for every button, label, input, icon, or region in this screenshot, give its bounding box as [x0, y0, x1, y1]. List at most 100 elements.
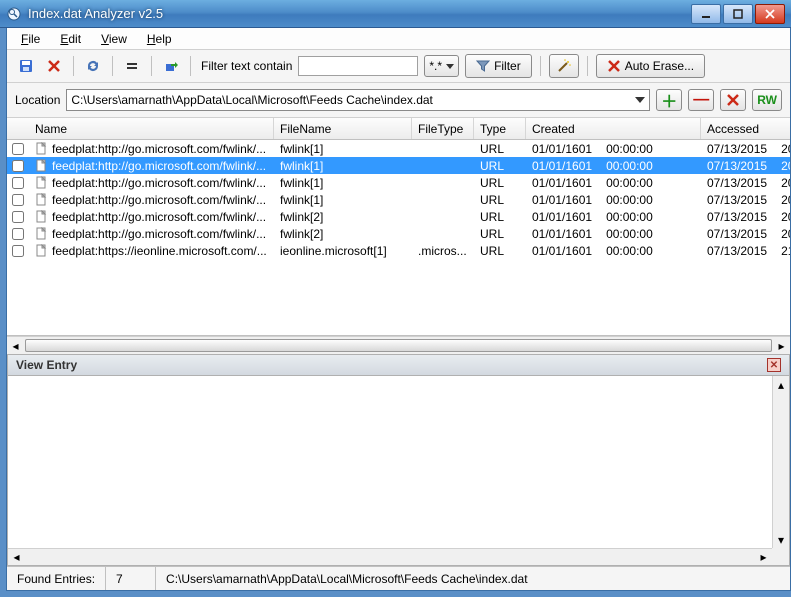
cell-type: URL [474, 142, 526, 156]
cell-filename: fwlink[1] [274, 142, 412, 156]
minimize-button[interactable] [691, 4, 721, 24]
row-checkbox[interactable] [12, 177, 24, 189]
menu-view[interactable]: View [93, 30, 135, 48]
table-row[interactable]: feedplat:http://go.microsoft.com/fwlink/… [7, 191, 790, 208]
cell-name: feedplat:http://go.microsoft.com/fwlink/… [29, 193, 274, 207]
menu-file[interactable]: File [13, 30, 48, 48]
column-created[interactable]: Created [526, 118, 701, 139]
auto-erase-button[interactable]: Auto Erase... [596, 54, 705, 78]
remove-button[interactable]: — [688, 89, 714, 111]
separator [112, 56, 113, 76]
export-icon[interactable] [160, 55, 182, 77]
cell-type: URL [474, 227, 526, 241]
menu-edit[interactable]: Edit [52, 30, 89, 48]
table-row[interactable]: feedplat:http://go.microsoft.com/fwlink/… [7, 225, 790, 242]
scroll-up-icon[interactable]: ▴ [773, 376, 789, 393]
titlebar: Index.dat Analyzer v2.5 [0, 0, 791, 28]
scroll-corner [772, 548, 789, 565]
cell-type: URL [474, 176, 526, 190]
separator [73, 56, 74, 76]
cell-name: feedplat:http://go.microsoft.com/fwlink/… [29, 176, 274, 190]
app-icon [6, 6, 22, 22]
column-accessed[interactable]: Accessed [701, 118, 790, 139]
cell-name: feedplat:https://ieonline.microsoft.com/… [29, 244, 274, 258]
view-entry-title: View Entry [16, 358, 77, 372]
filter-button-label: Filter [494, 59, 521, 73]
table-row[interactable]: feedplat:http://go.microsoft.com/fwlink/… [7, 174, 790, 191]
filetype-label: *.* [429, 59, 442, 73]
separator [540, 56, 541, 76]
cell-filename: fwlink[2] [274, 227, 412, 241]
cell-filetype: .micros... [412, 244, 474, 258]
cell-created: 01/01/160100:00:00 [526, 244, 701, 258]
separator [190, 56, 191, 76]
status-path: C:\Users\amarnath\AppData\Local\Microsof… [156, 567, 790, 590]
column-type[interactable]: Type [474, 118, 526, 139]
column-checkbox[interactable] [7, 118, 29, 139]
cell-created: 01/01/160100:00:00 [526, 210, 701, 224]
cell-filename: fwlink[1] [274, 193, 412, 207]
horizontal-scrollbar[interactable]: ◂ ▸ [7, 336, 790, 354]
row-checkbox[interactable] [12, 194, 24, 206]
filetype-dropdown[interactable]: *.* [424, 55, 459, 77]
table-row[interactable]: feedplat:http://go.microsoft.com/fwlink/… [7, 208, 790, 225]
view-entry-close-icon[interactable]: ✕ [767, 358, 781, 372]
scroll-right-icon[interactable]: ▸ [773, 337, 790, 354]
vertical-scrollbar[interactable]: ▴ ▾ [772, 376, 789, 548]
row-checkbox[interactable] [12, 160, 24, 172]
menu-help[interactable]: Help [139, 30, 180, 48]
close-button[interactable] [755, 4, 785, 24]
column-name[interactable]: Name [29, 118, 274, 139]
filter-input[interactable] [298, 56, 418, 76]
column-filename[interactable]: FileName [274, 118, 412, 139]
scroll-down-icon[interactable]: ▾ [773, 531, 789, 548]
row-checkbox[interactable] [12, 211, 24, 223]
cell-accessed: 07/13/201520:18:42 [701, 227, 790, 241]
menubar: File Edit View Help [7, 28, 790, 50]
scroll-left-icon[interactable]: ◂ [8, 549, 25, 565]
location-dropdown[interactable]: C:\Users\amarnath\AppData\Local\Microsof… [66, 89, 650, 111]
cell-accessed: 07/13/201520:18:37 [701, 176, 790, 190]
delete-icon[interactable] [43, 55, 65, 77]
row-checkbox[interactable] [12, 143, 24, 155]
refresh-icon[interactable] [82, 55, 104, 77]
magic-button[interactable] [549, 54, 579, 78]
status-bar: Found Entries: 7 C:\Users\amarnath\AppDa… [7, 566, 790, 590]
table-row[interactable]: feedplat:http://go.microsoft.com/fwlink/… [7, 140, 790, 157]
list-view: Name FileName FileType Type Created Acce… [7, 118, 790, 354]
cell-name: feedplat:http://go.microsoft.com/fwlink/… [29, 210, 274, 224]
scroll-thumb[interactable] [25, 339, 772, 352]
horizontal-scrollbar[interactable]: ◂ ▸ [8, 548, 772, 565]
chevron-down-icon [446, 64, 454, 69]
cell-type: URL [474, 244, 526, 258]
cell-name: feedplat:http://go.microsoft.com/fwlink/… [29, 159, 274, 173]
cell-accessed: 07/13/201520:18:37 [701, 142, 790, 156]
cell-accessed: 07/13/201521:06:34 [701, 244, 790, 258]
equals-icon[interactable] [121, 55, 143, 77]
scroll-right-icon[interactable]: ▸ [755, 549, 772, 565]
batch-delete-button[interactable] [720, 89, 746, 111]
add-button[interactable]: ＋ [656, 89, 682, 111]
list-body[interactable]: feedplat:http://go.microsoft.com/fwlink/… [7, 140, 790, 336]
auto-erase-label: Auto Erase... [625, 59, 694, 73]
table-row[interactable]: feedplat:https://ieonline.microsoft.com/… [7, 242, 790, 259]
x-icon [607, 59, 621, 73]
filter-button[interactable]: Filter [465, 54, 532, 78]
separator [587, 56, 588, 76]
cell-filename: fwlink[1] [274, 159, 412, 173]
filter-label: Filter text contain [201, 59, 292, 73]
cell-created: 01/01/160100:00:00 [526, 159, 701, 173]
save-icon[interactable] [15, 55, 37, 77]
cell-accessed: 07/13/201520:18:42 [701, 210, 790, 224]
row-checkbox[interactable] [12, 228, 24, 240]
scroll-left-icon[interactable]: ◂ [7, 337, 24, 354]
location-bar: Location C:\Users\amarnath\AppData\Local… [7, 83, 790, 118]
table-row[interactable]: feedplat:http://go.microsoft.com/fwlink/… [7, 157, 790, 174]
cell-accessed: 07/13/201520:18:37 [701, 159, 790, 173]
cell-filename: ieonline.microsoft[1] [274, 244, 412, 258]
rw-button[interactable]: RW [752, 89, 782, 111]
maximize-button[interactable] [723, 4, 753, 24]
separator [151, 56, 152, 76]
column-filetype[interactable]: FileType [412, 118, 474, 139]
row-checkbox[interactable] [12, 245, 24, 257]
